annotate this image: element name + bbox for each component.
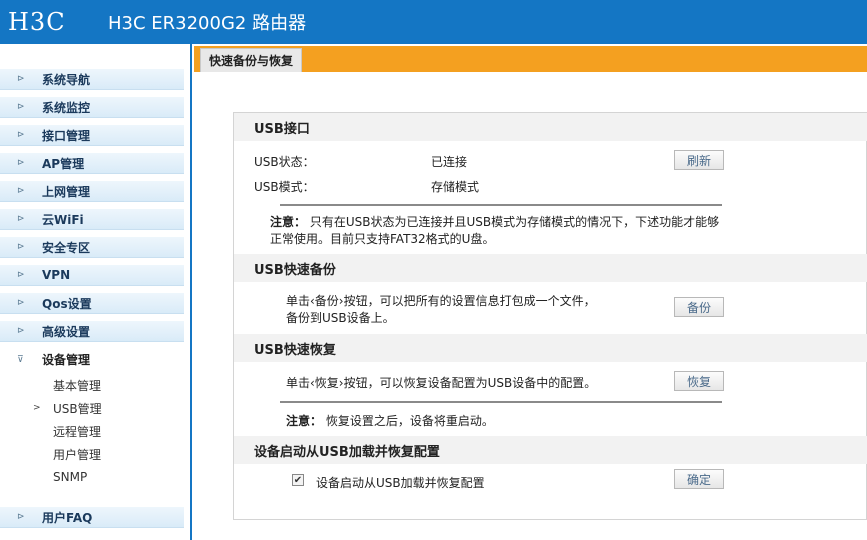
usb-restore-heading: USB快速恢复 <box>234 334 867 362</box>
usb-mode-label: USB模式： <box>254 180 315 194</box>
sidebar-item-cloud-wifi[interactable]: ⊳ 云WiFi <box>0 208 184 230</box>
h3c-logo: H3C <box>8 8 66 36</box>
note-label: 注意： <box>286 414 323 428</box>
sidebar-item-label: 上网管理 <box>42 184 91 199</box>
usb-interface-heading: USB接口 <box>234 113 867 141</box>
sidebar-subitem-user-management[interactable]: 用户管理 <box>0 444 184 464</box>
refresh-button[interactable]: 刷新 <box>674 150 724 170</box>
sidebar-subitem-label: 远程管理 <box>53 424 102 439</box>
sidebar-item-label: 用户FAQ <box>42 510 93 525</box>
chevron-right-icon: ⊳ <box>17 242 25 252</box>
divider <box>280 204 722 206</box>
sidebar-item-security-zone[interactable]: ⊳ 安全专区 <box>0 236 184 258</box>
chevron-right-icon: ⊳ <box>17 158 25 168</box>
chevron-right-icon: ⊳ <box>17 270 25 280</box>
chevron-right-icon: ⊳ <box>17 186 25 196</box>
sidebar-item-internet-management[interactable]: ⊳ 上网管理 <box>0 180 184 202</box>
sidebar-item-ap-management[interactable]: ⊳ AP管理 <box>0 152 184 174</box>
chevron-right-icon: ⊳ <box>17 102 25 112</box>
chevron-down-icon: ⊽ <box>17 354 24 365</box>
confirm-button[interactable]: 确定 <box>674 469 724 489</box>
usb-boot-restore-checkbox-label: 设备启动从USB加载并恢复配置 <box>316 476 485 490</box>
sidebar-subitem-label: 基本管理 <box>53 378 102 393</box>
sidebar-item-vpn[interactable]: ⊳ VPN <box>0 264 184 286</box>
sidebar-item-label: 系统导航 <box>42 72 91 87</box>
usb-status-value: 已连接 <box>431 155 468 169</box>
app-title: H3C ER3200G2 路由器 <box>108 13 307 34</box>
sidebar-subitem-label: SNMP <box>53 470 88 484</box>
sidebar-item-label: 云WiFi <box>42 212 84 227</box>
sidebar-item-system-monitor[interactable]: ⊳ 系统监控 <box>0 96 184 118</box>
sidebar-subitem-remote-management[interactable]: 远程管理 <box>0 421 184 441</box>
chevron-right-icon: ⊳ <box>17 298 25 308</box>
chevron-right-icon: ⊳ <box>17 130 25 140</box>
sidebar-item-interface-management[interactable]: ⊳ 接口管理 <box>0 124 184 146</box>
tab-quick-backup-restore[interactable]: 快速备份与恢复 <box>200 48 303 72</box>
divider <box>280 401 722 403</box>
note-text: 恢复设置之后，设备将重启动。 <box>325 414 494 428</box>
usb-boot-heading: 设备启动从USB加载并恢复配置 <box>234 436 867 464</box>
sidebar-item-advanced-settings[interactable]: ⊳ 高级设置 <box>0 320 184 342</box>
chevron-right-icon: ⊳ <box>17 74 25 84</box>
current-item-marker-icon: > <box>33 403 41 413</box>
restore-button[interactable]: 恢复 <box>674 371 724 391</box>
note-text: 只有在USB状态为已连接并且USB模式为存储模式的情况下，下述功能才能够正常使用… <box>270 215 720 246</box>
sidebar-subitem-basic-management[interactable]: 基本管理 <box>0 375 184 395</box>
sidebar-item-label: Qos设置 <box>42 296 92 311</box>
chevron-right-icon: ⊳ <box>17 214 25 224</box>
sidebar-subitem-snmp[interactable]: SNMP <box>0 467 184 487</box>
usb-status-label: USB状态： <box>254 155 315 169</box>
sidebar-subitem-usb-management[interactable]: > USB管理 <box>0 398 184 418</box>
sidebar-item-label: 系统监控 <box>42 100 91 115</box>
sidebar-item-device-management[interactable]: ⊽ 设备管理 <box>0 348 184 370</box>
usb-restore-note: 注意： 恢复设置之后，设备将重启动。 <box>286 412 494 429</box>
usb-boot-restore-checkbox[interactable]: ✔ <box>292 474 304 486</box>
sidebar: ⊳ 系统导航 ⊳ 系统监控 ⊳ 接口管理 ⊳ AP管理 ⊳ 上网管理 ⊳ 云Wi… <box>0 44 192 540</box>
sidebar-item-label: VPN <box>42 268 71 282</box>
main-panel: USB接口 USB状态： 已连接 刷新 USB模式： 存储模式 注意： 只有在U… <box>233 112 867 520</box>
sidebar-item-label: 接口管理 <box>42 128 91 143</box>
usb-restore-description: 单击‹恢复›按钮，可以恢复设备配置为USB设备中的配置。 <box>286 376 597 390</box>
backup-button[interactable]: 备份 <box>674 297 724 317</box>
chevron-right-icon: ⊳ <box>17 326 25 336</box>
note-label: 注意： <box>270 215 307 229</box>
sidebar-subitem-label: USB管理 <box>53 401 102 416</box>
sidebar-subitem-label: 用户管理 <box>53 447 102 462</box>
usb-mode-value: 存储模式 <box>431 180 480 194</box>
usb-backup-heading: USB快速备份 <box>234 254 867 282</box>
usb-interface-note: 注意： 只有在USB状态为已连接并且USB模式为存储模式的情况下，下述功能才能够… <box>270 214 730 248</box>
sidebar-item-system-navigation[interactable]: ⊳ 系统导航 <box>0 68 184 90</box>
sidebar-item-label: 安全专区 <box>42 240 91 255</box>
sidebar-item-qos-settings[interactable]: ⊳ Qos设置 <box>0 292 184 314</box>
sidebar-item-label: 设备管理 <box>42 353 91 367</box>
sidebar-item-user-faq[interactable]: ⊳ 用户FAQ <box>0 506 184 528</box>
usb-backup-description-line1: 单击‹备份›按钮，可以把所有的设置信息打包成一个文件， <box>286 294 596 308</box>
chevron-right-icon: ⊳ <box>17 512 25 522</box>
top-header: H3C H3C ER3200G2 路由器 <box>0 0 867 44</box>
sidebar-item-label: 高级设置 <box>42 324 91 339</box>
sidebar-item-label: AP管理 <box>42 156 85 171</box>
usb-backup-description-line2: 备份到USB设备上。 <box>286 311 395 325</box>
